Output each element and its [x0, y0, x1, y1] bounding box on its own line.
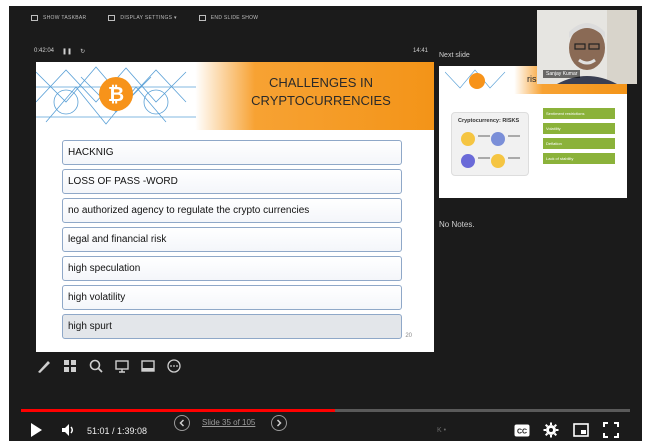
next-slide-label: Next slide	[439, 52, 470, 59]
volume-button[interactable]	[59, 421, 77, 439]
video-progress-bar[interactable]	[21, 409, 630, 412]
captions-button[interactable]: CC	[513, 422, 531, 438]
svg-text:CC: CC	[517, 428, 527, 435]
svg-text:₿: ₿	[108, 82, 124, 106]
risks-card: Cryptocurrency: RISKS	[451, 112, 529, 176]
miniplayer-button[interactable]	[572, 421, 590, 439]
pen-tool-icon[interactable]	[36, 358, 52, 374]
end-slide-show-button[interactable]: END SLIDE SHOW	[198, 15, 259, 21]
presenter-extra-info: K •	[437, 427, 447, 434]
volume-icon	[62, 424, 73, 436]
restart-timer-icon[interactable]: ↻	[80, 48, 85, 55]
video-time: 51:01 / 1:39:08	[87, 426, 148, 436]
show-taskbar-button[interactable]: SHOW TASKBAR	[31, 15, 86, 21]
current-slide: ₿ CHALLENGES IN CRYPTOCURRENCIES HACKNIG…	[36, 62, 434, 352]
current-clock: 14:41	[413, 48, 429, 54]
more-options-icon[interactable]	[166, 358, 182, 374]
pause-timer-icon[interactable]: ❚❚	[62, 48, 72, 55]
zoom-icon[interactable]	[88, 358, 104, 374]
slide-corner-number: 20	[405, 333, 412, 339]
bitcoin-network-graphic: ₿	[36, 66, 196, 125]
risk-pill: Sentiment restrictions	[543, 108, 615, 119]
list-item: LOSS OF PASS -WORD	[62, 169, 402, 194]
captions-icon: CC	[514, 424, 530, 436]
gear-icon	[543, 422, 559, 438]
list-item: no authorized agency to regulate the cry…	[62, 198, 402, 223]
pointer-screen-icon[interactable]	[114, 358, 130, 374]
settings-button[interactable]	[542, 421, 560, 439]
webcam-overlay: Sanjay Kumar	[537, 10, 637, 84]
fullscreen-icon	[603, 422, 619, 438]
black-screen-icon[interactable]	[140, 358, 156, 374]
display-settings-label: DISPLAY SETTINGS ▾	[120, 15, 177, 21]
list-item: legal and financial risk	[62, 227, 402, 252]
risks-card-title: Cryptocurrency: RISKS	[458, 118, 520, 124]
fullscreen-button[interactable]	[602, 421, 620, 439]
next-slide-button[interactable]	[271, 415, 287, 431]
list-item: HACKNIG	[62, 140, 402, 165]
presenter-view: SHOW TASKBAR DISPLAY SETTINGS ▾ END SLID…	[9, 6, 642, 441]
play-icon	[31, 423, 42, 437]
elapsed-timer: 0:42:04 ❚❚ ↻	[34, 48, 85, 55]
challenge-list: HACKNIG LOSS OF PASS -WORD no authorized…	[62, 140, 402, 343]
play-button[interactable]	[27, 421, 45, 439]
video-progress-fill	[21, 409, 335, 412]
list-item: high speculation	[62, 256, 402, 281]
previous-slide-button[interactable]	[174, 415, 190, 431]
chevron-right-icon	[271, 415, 287, 431]
speaker-notes: No Notes.	[439, 220, 475, 229]
slide-title: CHALLENGES IN CRYPTOCURRENCIES	[226, 74, 416, 110]
slide-title-line2: CRYPTOCURRENCIES	[251, 93, 391, 108]
webcam-name: Sanjay Kumar	[543, 70, 581, 78]
list-item: high spurt	[62, 314, 402, 339]
risk-pill: Lack of stability	[543, 153, 615, 164]
chevron-left-icon	[174, 415, 190, 431]
risk-pill: Deflation	[543, 138, 615, 149]
end-show-icon	[198, 15, 206, 21]
next-bitcoin-graphic	[445, 69, 506, 89]
next-slide-preview[interactable]: risk and failure Cryptocurrency: RISKS S…	[439, 66, 627, 198]
risk-icons-graphic	[461, 132, 520, 168]
risk-pill-list: Sentiment restrictions Volatility Deflat…	[543, 108, 615, 168]
display-settings-button[interactable]: DISPLAY SETTINGS ▾	[108, 15, 176, 21]
show-taskbar-label: SHOW TASKBAR	[43, 15, 87, 21]
taskbar-icon	[31, 15, 38, 21]
miniplayer-icon	[573, 423, 589, 437]
slide-counter[interactable]: Slide 35 of 105	[202, 418, 255, 427]
see-all-slides-icon[interactable]	[62, 358, 78, 374]
end-slide-show-label: END SLIDE SHOW	[210, 15, 259, 21]
slide-title-line1: CHALLENGES IN	[268, 75, 374, 90]
presenter-tools	[36, 358, 182, 374]
risk-pill: Volatility	[543, 123, 615, 134]
list-item: high volatility	[62, 285, 402, 310]
display-settings-icon	[108, 15, 116, 21]
elapsed-time: 0:42:04	[34, 48, 55, 54]
